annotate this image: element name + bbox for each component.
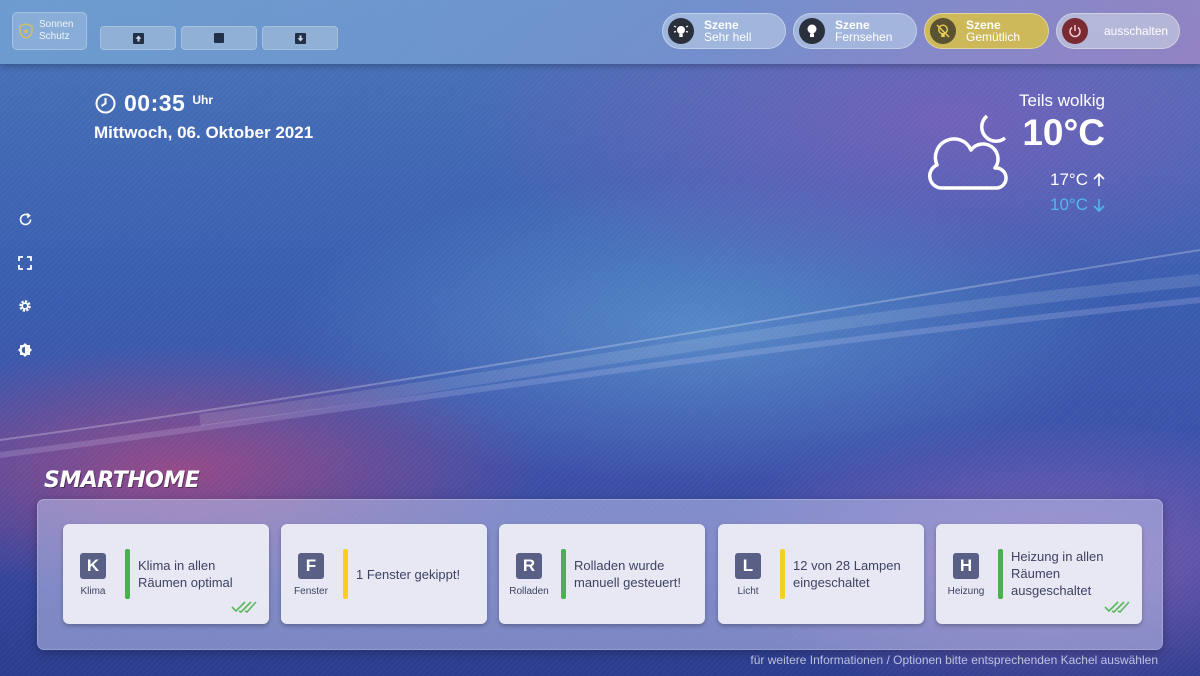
- fullscreen-icon[interactable]: [16, 254, 34, 272]
- clock-time: 00:35: [124, 90, 186, 116]
- scene-subtitle: Sehr hell: [704, 29, 752, 44]
- shield-star-icon: [19, 23, 33, 39]
- status-bar: [343, 549, 348, 599]
- tile-name: Heizung: [947, 586, 985, 597]
- tile-letter-badge: H: [953, 553, 979, 579]
- tile-letter-badge: L: [735, 553, 761, 579]
- shutter-stop-button[interactable]: [181, 26, 257, 50]
- tile-letter-badge: F: [298, 553, 324, 579]
- clock-date: Mittwoch, 06. Oktober 2021: [94, 123, 314, 142]
- tile-letter-badge: K: [80, 553, 106, 579]
- shutter-down-button[interactable]: [262, 26, 338, 50]
- weather-high-value: 17°C: [1050, 170, 1088, 189]
- clock-widget: 00:35 Uhr Mittwoch, 06. Oktober 2021: [94, 90, 314, 143]
- clock-unit: Uhr: [192, 93, 213, 107]
- smarthome-title: SMARTHOME: [44, 468, 200, 493]
- footer-hint: für weitere Informationen / Optionen bit…: [750, 653, 1158, 667]
- scene-title: Szene: [704, 17, 739, 32]
- clock-icon: [95, 93, 116, 114]
- power-icon: [1062, 18, 1088, 44]
- status-bar: [780, 549, 785, 599]
- stop-icon: [214, 33, 224, 43]
- lightbulb-bright-icon: [668, 18, 694, 44]
- tile-message: Klima in allen Räumen optimal: [138, 558, 233, 590]
- arrow-down-icon: [1093, 199, 1105, 212]
- weather-high: 17°C: [1050, 170, 1105, 190]
- scenes-off-button[interactable]: ausschalten: [1056, 13, 1180, 49]
- sun-protection-button[interactable]: Sonnen Schutz: [12, 12, 87, 50]
- status-bar: [125, 549, 130, 599]
- status-bar: [998, 549, 1003, 599]
- tile-name: Rolladen: [509, 586, 549, 597]
- tile-message: 1 Fenster gekippt!: [356, 567, 461, 582]
- arrow-down-icon: [294, 32, 306, 44]
- tile-rolladen[interactable]: R Rolladen Rolladen wurde manuell gesteu…: [499, 524, 705, 624]
- weather-condition: Teils wolkig: [1019, 91, 1105, 110]
- scene-subtitle: Gemütlich: [966, 29, 1021, 44]
- weather-temperature: 10°C: [1022, 112, 1105, 153]
- tile-heizung[interactable]: H Heizung Heizung in allen Räumen ausges…: [936, 524, 1142, 624]
- tile-message: 12 von 28 Lampen eingeschaltet: [793, 558, 901, 590]
- arrow-up-icon: [132, 32, 144, 44]
- lightbulb-off-icon: [930, 18, 956, 44]
- shutter-up-button[interactable]: [100, 26, 176, 50]
- double-check-icon: [231, 601, 257, 613]
- off-label: ausschalten: [1104, 24, 1169, 38]
- tile-name: Licht: [737, 586, 759, 597]
- scene-sehr-hell-button[interactable]: Szene Sehr hell: [662, 13, 786, 49]
- arrow-up-icon: [1093, 173, 1105, 186]
- tile-message: Rolladen wurde manuell gesteuert!: [574, 558, 681, 590]
- double-check-icon: [1104, 601, 1130, 613]
- scene-subtitle: Fernsehen: [835, 29, 893, 44]
- tile-licht[interactable]: L Licht 12 von 28 Lampen eingeschaltet: [718, 524, 924, 624]
- tile-letter-badge: R: [516, 553, 542, 579]
- settings-icon[interactable]: [16, 297, 34, 315]
- scene-fernsehen-button[interactable]: Szene Fernsehen: [793, 13, 917, 49]
- weather-low: 10°C: [1050, 195, 1105, 215]
- lightbulb-icon: [799, 18, 825, 44]
- top-bar: Sonnen Schutz Szene Sehr hell Szene Fern…: [0, 0, 1200, 64]
- scene-gemuetlich-button[interactable]: Szene Gemütlich: [924, 13, 1049, 49]
- tile-fenster[interactable]: F Fenster 1 Fenster gekippt!: [281, 524, 487, 624]
- refresh-icon[interactable]: [16, 210, 34, 228]
- weather-low-value: 10°C: [1050, 195, 1088, 214]
- cloud-moon-icon: [928, 114, 1008, 190]
- brightness-icon[interactable]: [16, 341, 34, 359]
- scene-title: Szene: [966, 17, 1001, 32]
- tile-name: Klima: [80, 586, 106, 597]
- status-bar: [561, 549, 566, 599]
- sun-protection-label-1: Sonnen: [39, 19, 74, 30]
- tile-klima[interactable]: K Klima Klima in allen Räumen optimal: [63, 524, 269, 624]
- tile-name: Fenster: [294, 586, 328, 597]
- sun-protection-label-2: Schutz: [39, 31, 70, 42]
- scene-title: Szene: [835, 17, 870, 32]
- tile-message: Heizung in allen Räumen ausgeschaltet: [1011, 549, 1104, 598]
